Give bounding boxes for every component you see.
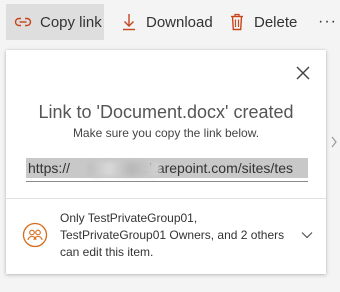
close-icon[interactable] xyxy=(294,64,312,82)
permission-text: Only TestPrivateGroup01, TestPrivateGrou… xyxy=(60,211,285,259)
link-field[interactable]: https:// sharepoint.com/sites/tes xyxy=(26,156,308,182)
divider xyxy=(6,198,326,199)
download-button[interactable]: Download xyxy=(120,4,213,40)
link-suffix: sharepoint.com/sites/tes xyxy=(142,160,293,176)
trash-icon xyxy=(228,13,246,31)
link-prefix: https:// xyxy=(28,160,71,176)
more-options-icon[interactable]: ··· xyxy=(318,4,337,40)
redaction-blur xyxy=(88,162,160,176)
delete-button[interactable]: Delete xyxy=(228,4,297,40)
people-group-icon xyxy=(22,222,48,248)
delete-label: Delete xyxy=(254,13,298,31)
dialog-title: Link to 'Document.docx' created xyxy=(38,102,294,122)
background-panel xyxy=(326,42,340,292)
share-link-dialog: Link to 'Document.docx' created Make sur… xyxy=(6,50,326,274)
download-label: Download xyxy=(146,13,213,31)
command-bar: Copy link Download Delete ··· xyxy=(0,0,340,42)
chevron-down-icon[interactable] xyxy=(300,228,314,242)
link-icon xyxy=(14,13,32,31)
chevron-right-icon xyxy=(331,136,337,148)
more-label: ··· xyxy=(318,13,337,30)
download-icon xyxy=(120,13,138,31)
permissions-row[interactable]: Only TestPrivateGroup01, TestPrivateGrou… xyxy=(20,208,316,264)
dialog-subtitle: Make sure you copy the link below. xyxy=(72,126,260,140)
copy-link-button[interactable]: Copy link xyxy=(6,4,104,40)
copy-link-label: Copy link xyxy=(40,13,102,31)
